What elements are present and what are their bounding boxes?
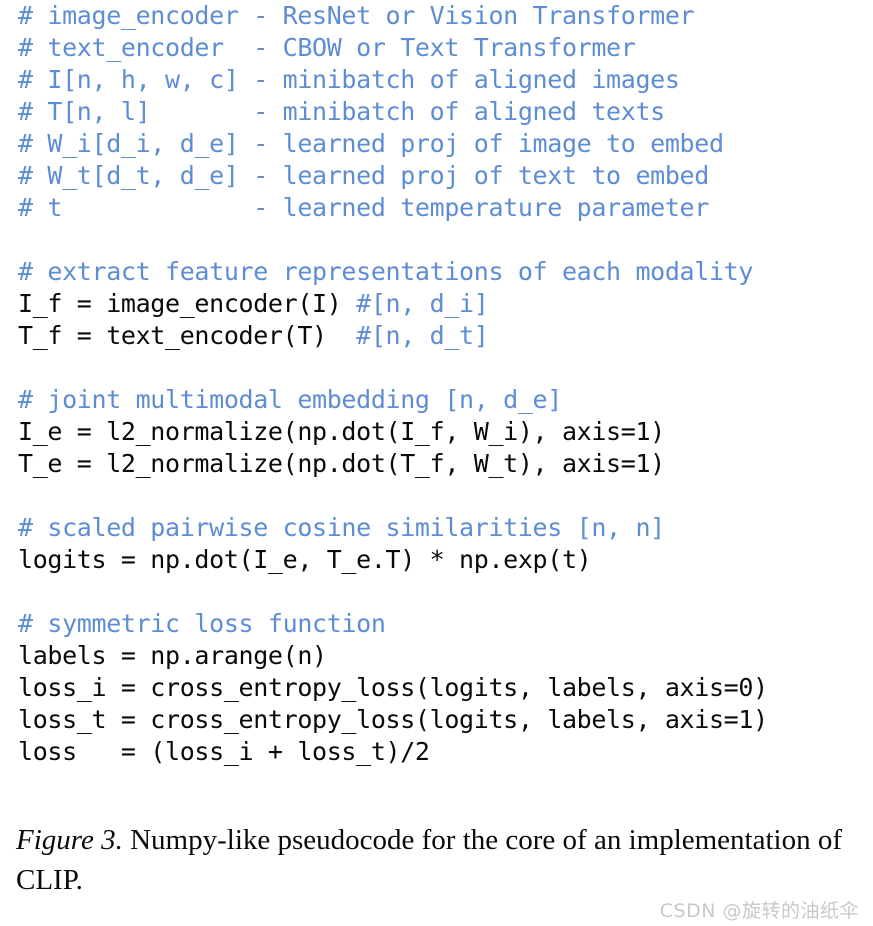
code-line-code: loss = (loss_i + loss_t)/2	[18, 736, 873, 768]
code-span: T_f = text_encoder(T)	[18, 321, 357, 350]
code-span: loss_t = cross_entropy_loss(logits, labe…	[18, 705, 768, 734]
figure-root: # image_encoder - ResNet or Vision Trans…	[0, 0, 873, 926]
comment-span: # symmetric loss function	[18, 609, 386, 638]
comment-span: # image_encoder - ResNet or Vision Trans…	[18, 1, 695, 30]
code-line-comment: # I[n, h, w, c] - minibatch of aligned i…	[18, 64, 873, 96]
code-line-code: I_f = image_encoder(I) #[n, d_i]	[18, 288, 873, 320]
watermark: CSDN @旋转的油纸伞	[659, 900, 859, 922]
code-span: loss = (loss_i + loss_t)/2	[18, 737, 430, 766]
code-line-code: I_e = l2_normalize(np.dot(I_f, W_i), axi…	[18, 416, 873, 448]
code-span: I_e = l2_normalize(np.dot(I_f, W_i), axi…	[18, 417, 665, 446]
code-inline-comment: #[n, d_i]	[356, 289, 489, 318]
comment-span: # W_t[d_t, d_e] - learned proj of text t…	[18, 161, 709, 190]
code-line-code: logits = np.dot(I_e, T_e.T) * np.exp(t)	[18, 544, 873, 576]
pseudocode-block: # image_encoder - ResNet or Vision Trans…	[18, 0, 873, 768]
code-span: logits = np.dot(I_e, T_e.T) * np.exp(t)	[18, 545, 592, 574]
comment-span: # W_i[d_i, d_e] - learned proj of image …	[18, 129, 724, 158]
comment-span: # text_encoder - CBOW or Text Transforme…	[18, 33, 636, 62]
figure-caption-label: Figure 3.	[16, 824, 123, 856]
code-line-comment: # text_encoder - CBOW or Text Transforme…	[18, 32, 873, 64]
code-line-comment: # T[n, l] - minibatch of aligned texts	[18, 96, 873, 128]
code-line-code: loss_t = cross_entropy_loss(logits, labe…	[18, 704, 873, 736]
figure-caption-text: Numpy-like pseudocode for the core of an…	[16, 824, 842, 896]
code-line-comment: # symmetric loss function	[18, 608, 873, 640]
code-line-comment: # joint multimodal embedding [n, d_e]	[18, 384, 873, 416]
code-line-comment: # t - learned temperature parameter	[18, 192, 873, 224]
comment-span: # I[n, h, w, c] - minibatch of aligned i…	[18, 65, 680, 94]
code-line-comment: # image_encoder - ResNet or Vision Trans…	[18, 0, 873, 32]
code-span	[18, 225, 33, 254]
code-line-comment: # W_t[d_t, d_e] - learned proj of text t…	[18, 160, 873, 192]
code-line-blank	[18, 352, 873, 384]
code-span: loss_i = cross_entropy_loss(logits, labe…	[18, 673, 768, 702]
code-span: T_e = l2_normalize(np.dot(T_f, W_t), axi…	[18, 449, 665, 478]
code-inline-comment: #[n, d_t]	[356, 321, 489, 350]
code-line-blank	[18, 576, 873, 608]
comment-span: # t - learned temperature parameter	[18, 193, 709, 222]
comment-span: # extract feature representations of eac…	[18, 257, 754, 286]
comment-span: # joint multimodal embedding [n, d_e]	[18, 385, 562, 414]
code-line-code: loss_i = cross_entropy_loss(logits, labe…	[18, 672, 873, 704]
code-span	[18, 577, 33, 606]
code-line-code: labels = np.arange(n)	[18, 640, 873, 672]
code-span	[18, 353, 33, 382]
code-line-blank	[18, 480, 873, 512]
code-span	[18, 481, 33, 510]
code-line-code: T_e = l2_normalize(np.dot(T_f, W_t), axi…	[18, 448, 873, 480]
code-line-comment: # scaled pairwise cosine similarities [n…	[18, 512, 873, 544]
figure-caption: Figure 3. Numpy-like pseudocode for the …	[16, 820, 861, 900]
code-line-code: T_f = text_encoder(T) #[n, d_t]	[18, 320, 873, 352]
comment-span: # scaled pairwise cosine similarities [n…	[18, 513, 665, 542]
comment-span: # T[n, l] - minibatch of aligned texts	[18, 97, 665, 126]
code-line-comment: # W_i[d_i, d_e] - learned proj of image …	[18, 128, 873, 160]
code-span: labels = np.arange(n)	[18, 641, 327, 670]
code-line-comment: # extract feature representations of eac…	[18, 256, 873, 288]
code-span: I_f = image_encoder(I)	[18, 289, 357, 318]
code-line-blank	[18, 224, 873, 256]
